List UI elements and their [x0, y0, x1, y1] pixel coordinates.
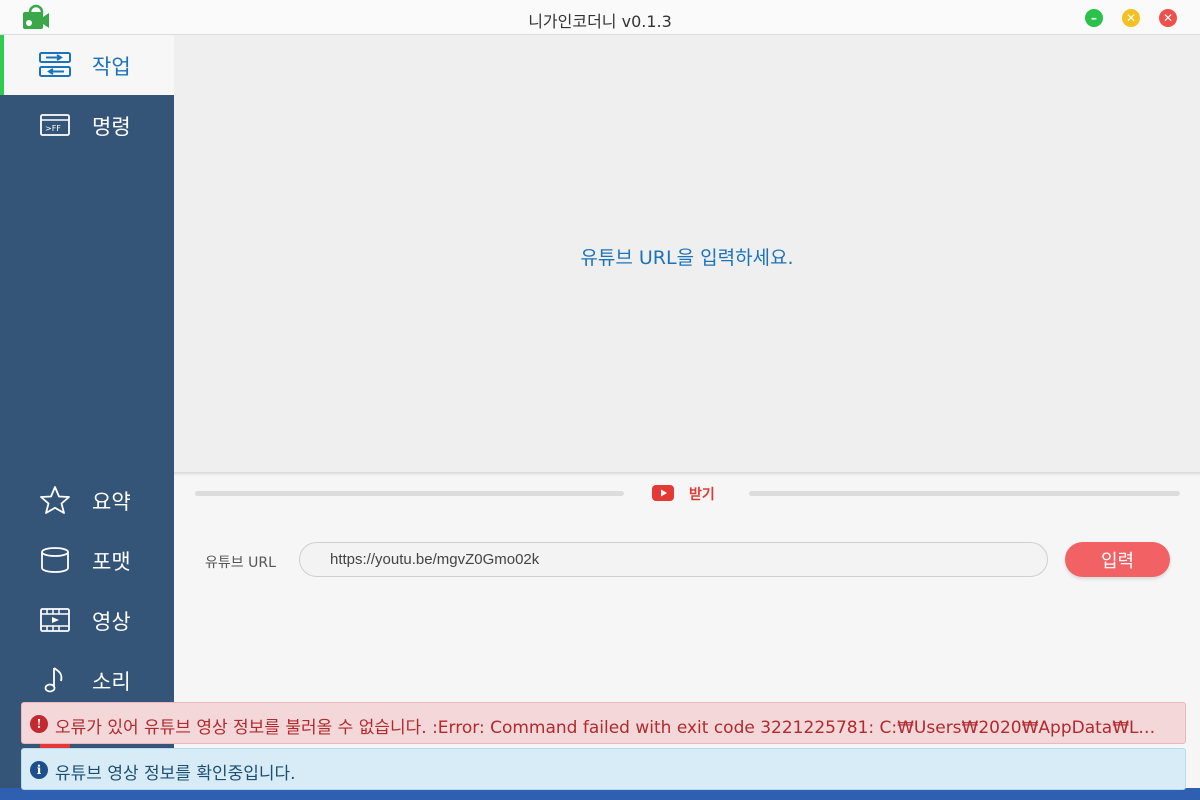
section-divider-right: [749, 491, 1180, 496]
error-toast[interactable]: ! 오류가 있어 유튜브 영상 정보를 불러올 수 없습니다. :Error: …: [21, 702, 1186, 744]
main-content: 유튜브 URL을 입력하세요.: [174, 35, 1200, 472]
url-prompt-message: 유튜브 URL을 입력하세요.: [580, 247, 794, 269]
sidebar-item-label: 요약: [92, 490, 131, 514]
music-note-icon: [44, 667, 63, 693]
sidebar-item-label: 소리: [92, 670, 131, 694]
minimize-button[interactable]: –: [1085, 9, 1103, 27]
task-list-icon: [39, 52, 71, 77]
video-film-icon: [40, 608, 70, 632]
svg-text:>FF: >FF: [45, 124, 61, 133]
sidebar-item-format[interactable]: 포맷: [0, 530, 174, 590]
info-icon: i: [30, 761, 48, 779]
sidebar: 작업 >FF 명령 요약 포맷 영상 소리: [0, 35, 174, 800]
sidebar-item-label: 포맷: [92, 550, 131, 574]
youtube-url-input[interactable]: [299, 542, 1048, 577]
sidebar-item-command[interactable]: >FF 명령: [0, 95, 174, 155]
sidebar-item-label: 명령: [92, 115, 131, 139]
sidebar-item-summary[interactable]: 요약: [0, 470, 174, 530]
sidebar-item-sound[interactable]: 소리: [0, 650, 174, 710]
sidebar-item-task[interactable]: 작업: [0, 35, 174, 95]
youtube-icon: [652, 485, 674, 501]
sidebar-item-label: 영상: [92, 610, 131, 634]
error-message: 오류가 있어 유튜브 영상 정보를 불러올 수 없습니다. :Error: Co…: [55, 718, 1165, 738]
ffmpeg-command-icon: >FF: [40, 114, 70, 136]
download-section-label: 받기: [689, 487, 715, 503]
star-icon: [40, 486, 70, 514]
title-bar: 니가인코더니 v0.1.3 – ✕ ✕: [0, 0, 1200, 35]
maximize-button[interactable]: ✕: [1122, 9, 1140, 27]
error-icon: !: [30, 715, 48, 733]
info-toast[interactable]: i 유튜브 영상 정보를 확인중입니다.: [21, 748, 1186, 790]
window-title: 니가인코더니 v0.1.3: [528, 12, 672, 31]
sidebar-item-label: 작업: [92, 55, 131, 79]
database-cylinder-icon: [41, 547, 69, 573]
close-button[interactable]: ✕: [1159, 9, 1177, 27]
section-divider-left: [195, 491, 624, 496]
youtube-url-label: 유튜브 URL: [205, 555, 276, 571]
submit-url-button[interactable]: 입력: [1065, 542, 1170, 577]
info-message: 유튜브 영상 정보를 확인중입니다.: [55, 764, 296, 784]
sidebar-item-video[interactable]: 영상: [0, 590, 174, 650]
